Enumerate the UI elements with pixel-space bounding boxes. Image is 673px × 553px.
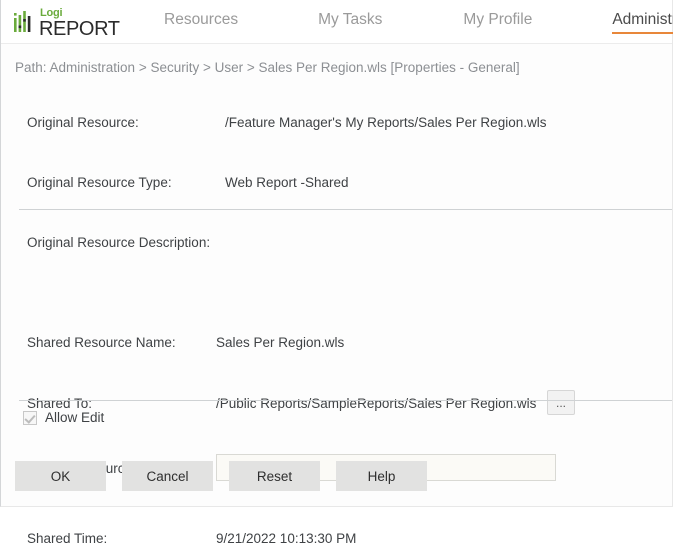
section-divider-top xyxy=(19,209,672,210)
value-original-resource-type: Web Report -Shared xyxy=(225,174,349,190)
reset-button[interactable]: Reset xyxy=(229,461,320,491)
value-shared-resource-name: Sales Per Region.wls xyxy=(216,334,345,350)
ok-button[interactable]: OK xyxy=(15,461,106,491)
logi-report-logo: Logi REPORT xyxy=(13,6,133,40)
app-header: Logi REPORT Resources My Tasks My Profil… xyxy=(1,0,673,44)
row-shared-resource-name: Shared Resource Name: Sales Per Region.w… xyxy=(1,327,672,357)
row-original-resource-type: Original Resource Type: Web Report -Shar… xyxy=(1,167,672,197)
cancel-button[interactable]: Cancel xyxy=(122,461,213,491)
label-original-resource-description: Original Resource Description: xyxy=(27,234,211,250)
label-shared-time: Shared Time: xyxy=(27,530,108,546)
form-area: Original Resource: /Feature Manager's My… xyxy=(1,90,672,546)
label-original-resource-type: Original Resource Type: xyxy=(27,174,172,190)
value-original-resource: /Feature Manager's My Reports/Sales Per … xyxy=(225,114,547,130)
allow-edit-label: Allow Edit xyxy=(45,410,105,425)
nav-tab-resources[interactable]: Resources xyxy=(164,11,238,34)
logi-bars-icon xyxy=(13,10,35,36)
logo-wordmark: Logi REPORT xyxy=(39,7,120,40)
allow-edit-row[interactable]: Allow Edit xyxy=(23,410,104,425)
footer-buttons: OK Cancel Reset Help xyxy=(15,461,427,491)
allow-edit-checkbox[interactable] xyxy=(23,410,37,425)
label-shared-to: Shared To: xyxy=(27,395,93,411)
nav-tab-administration[interactable]: Administration xyxy=(612,11,673,34)
label-shared-resource-name: Shared Resource Name: xyxy=(27,334,176,350)
row-shared-time: Shared Time: 9/21/2022 10:13:30 PM xyxy=(1,523,672,553)
row-original-resource-description: Original Resource Description: xyxy=(1,227,672,257)
value-shared-time: 9/21/2022 10:13:30 PM xyxy=(216,530,357,546)
row-original-resource: Original Resource: /Feature Manager's My… xyxy=(1,107,672,137)
label-original-resource: Original Resource: xyxy=(27,114,139,130)
logo-word-report: REPORT xyxy=(39,18,120,40)
nav-tab-my-tasks[interactable]: My Tasks xyxy=(318,11,382,34)
section-divider-bottom xyxy=(19,400,672,401)
nav-tab-my-profile[interactable]: My Profile xyxy=(463,11,532,34)
main-navigation: Resources My Tasks My Profile Administra… xyxy=(156,0,673,44)
properties-page: Logi REPORT Resources My Tasks My Profil… xyxy=(0,0,673,546)
breadcrumb: Path: Administration > Security > User >… xyxy=(15,60,520,75)
help-button[interactable]: Help xyxy=(336,461,427,491)
value-shared-to: /Public Reports/SampleReports/Sales Per … xyxy=(216,395,537,411)
browse-shared-to-button[interactable]: ... xyxy=(547,390,575,415)
